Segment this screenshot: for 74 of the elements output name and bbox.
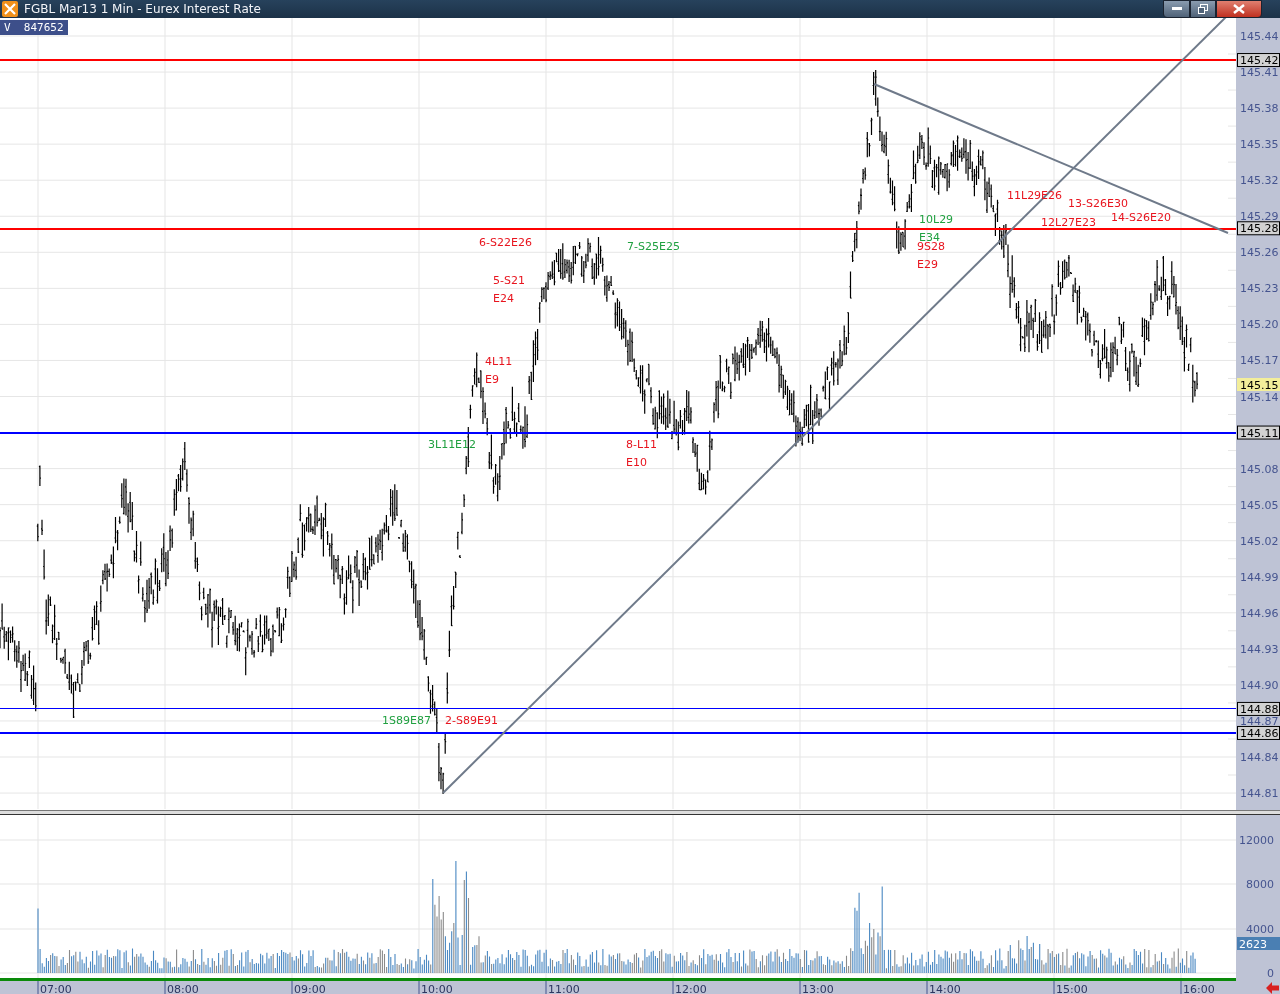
axis-label: 145.14 bbox=[1240, 390, 1279, 404]
time-label: 16:00 bbox=[1180, 980, 1215, 994]
axis-label: 144.84 bbox=[1240, 751, 1279, 765]
price-level-line[interactable] bbox=[0, 228, 1236, 231]
time-label: 15:00 bbox=[1053, 980, 1088, 994]
trade-annotation: 10L29 bbox=[919, 213, 954, 227]
trade-annotation: 1S89E87 bbox=[382, 714, 431, 728]
price-level-line[interactable] bbox=[0, 708, 1236, 710]
trade-annotation: E9 bbox=[485, 373, 499, 387]
volume-total-badge: V 847652 bbox=[0, 20, 68, 36]
minimize-button[interactable] bbox=[1163, 0, 1190, 18]
trade-annotation: 4L11 bbox=[485, 355, 513, 369]
time-label: 09:00 bbox=[291, 980, 326, 994]
price-tag: 145.11 bbox=[1237, 425, 1280, 440]
axis-label: 145.29 bbox=[1240, 210, 1279, 224]
trade-annotation: 13-S26E30 bbox=[1068, 197, 1128, 211]
axis-label: 145.44 bbox=[1240, 30, 1279, 44]
trade-annotation: 9S28 bbox=[917, 240, 945, 254]
price-tag: 144.88 bbox=[1237, 702, 1280, 717]
last-volume-tag: 2623 bbox=[1237, 937, 1280, 951]
trade-annotation: 7-S25E25 bbox=[627, 240, 680, 254]
axis-label: 4000 bbox=[1246, 923, 1274, 936]
close-button[interactable] bbox=[1216, 0, 1262, 18]
trade-annotation: 14-S26E20 bbox=[1111, 211, 1171, 225]
trade-annotation: 8-L11 bbox=[626, 438, 658, 452]
restore-button[interactable] bbox=[1190, 0, 1216, 18]
trade-annotation: 12L27E23 bbox=[1041, 216, 1097, 230]
axis-label: 145.05 bbox=[1240, 499, 1279, 513]
trend-line[interactable] bbox=[873, 83, 1229, 235]
minimize-icon bbox=[1171, 7, 1182, 11]
axis-label: 144.93 bbox=[1240, 643, 1279, 657]
axis-label: 144.96 bbox=[1240, 607, 1279, 621]
axis-label: 8000 bbox=[1246, 878, 1274, 891]
scroll-left-arrow-icon[interactable] bbox=[1266, 982, 1279, 994]
axis-label: 145.38 bbox=[1240, 102, 1279, 116]
restore-icon bbox=[1198, 4, 1208, 14]
price-level-line[interactable] bbox=[0, 732, 1236, 735]
time-label: 11:00 bbox=[545, 980, 580, 994]
time-label: 14:00 bbox=[926, 980, 961, 994]
axis-label: 145.41 bbox=[1240, 66, 1279, 80]
axis-label: 144.81 bbox=[1240, 787, 1279, 801]
time-label: 07:00 bbox=[37, 980, 72, 994]
time-label: 08:00 bbox=[164, 980, 199, 994]
axis-label: 145.08 bbox=[1240, 463, 1279, 476]
grid-line bbox=[1228, 234, 1236, 236]
time-label: 10:00 bbox=[418, 980, 453, 994]
axis-label: 145.32 bbox=[1240, 174, 1279, 188]
time-label: 12:00 bbox=[672, 980, 707, 994]
trade-annotation: 5-S21 bbox=[493, 274, 525, 288]
time-label: 13:00 bbox=[799, 980, 834, 994]
axis-label: 144.87 bbox=[1240, 715, 1279, 729]
trade-annotation: E29 bbox=[917, 258, 938, 272]
price-level-line[interactable] bbox=[0, 432, 1236, 435]
axis-label: 145.20 bbox=[1240, 318, 1279, 332]
axis-label: 0 bbox=[1267, 967, 1274, 978]
trade-annotation: 2-S89E91 bbox=[445, 714, 498, 728]
axis-label: 144.99 bbox=[1240, 571, 1279, 585]
axis-label: 145.35 bbox=[1240, 138, 1279, 152]
close-icon bbox=[1233, 4, 1245, 14]
trade-annotation: 6-S22E26 bbox=[479, 236, 532, 250]
price-tag: 145.42 bbox=[1237, 53, 1280, 68]
trade-annotation: E10 bbox=[626, 456, 647, 470]
axis-label: 145.02 bbox=[1240, 535, 1279, 549]
price-level-line[interactable] bbox=[0, 59, 1236, 62]
trade-annotation: E24 bbox=[493, 292, 514, 306]
axis-label: 144.90 bbox=[1240, 679, 1279, 693]
price-tag: 145.28 bbox=[1237, 221, 1280, 236]
axis-label: 145.26 bbox=[1240, 246, 1279, 260]
price-tag: 144.86 bbox=[1237, 726, 1280, 741]
axis-label: 145.17 bbox=[1240, 354, 1279, 368]
axis-label: 145.23 bbox=[1240, 282, 1279, 296]
window-title: FGBL Mar13 1 Min - Eurex Interest Rate bbox=[24, 2, 262, 17]
axis-label: 12000 bbox=[1239, 834, 1274, 847]
last-price-tag: 145.15 bbox=[1237, 378, 1280, 392]
